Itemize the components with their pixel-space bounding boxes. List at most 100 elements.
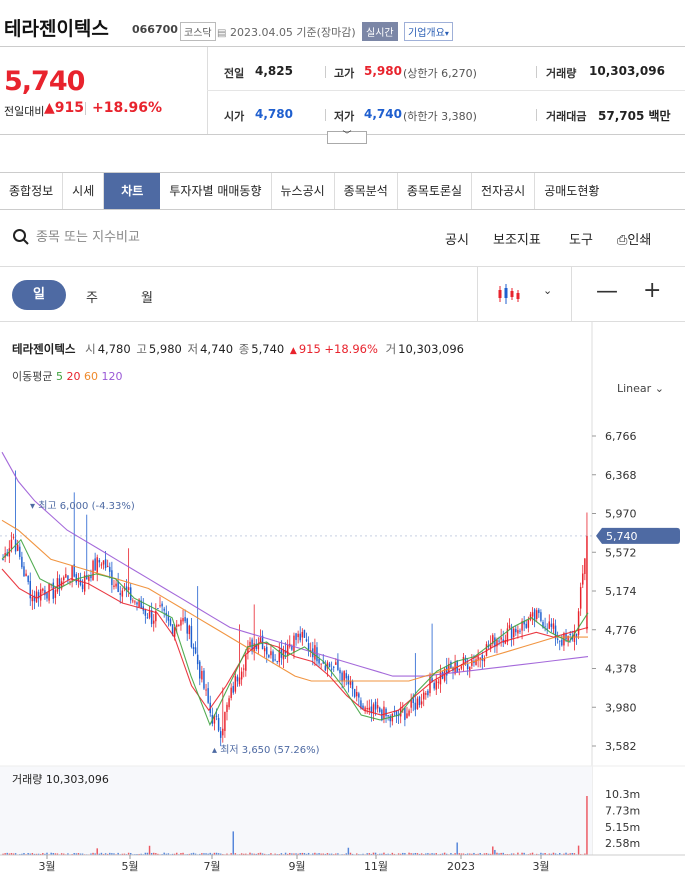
x-tick-label: 7월	[203, 860, 220, 873]
tab-investor-trading[interactable]: 투자자별 매매동향	[160, 173, 272, 209]
tab-price[interactable]: 시세	[63, 173, 105, 209]
candle-body	[416, 698, 419, 709]
zoom-out-button[interactable]: —	[596, 279, 618, 304]
tab-chart[interactable]: 차트	[104, 173, 161, 209]
candle-body	[65, 574, 67, 578]
y-tick-label: 5,174	[605, 585, 637, 598]
candle-body	[48, 583, 50, 601]
candle-body	[35, 591, 38, 603]
stock-code: 066700	[132, 23, 178, 36]
period-month-button[interactable]: 월	[141, 287, 153, 306]
candle-body	[368, 707, 371, 710]
compare-search-input[interactable]	[36, 227, 266, 247]
period-week-button[interactable]: 주	[86, 287, 98, 306]
chevron-down-icon[interactable]: ⌄	[543, 284, 552, 297]
candle-body	[144, 609, 147, 616]
tab-discussion[interactable]: 종목토론실	[398, 173, 473, 209]
legend-low-value: 4,740	[200, 342, 234, 356]
tab-short-selling[interactable]: 공매도현황	[535, 173, 608, 209]
candle-body	[552, 623, 555, 629]
candle-body	[169, 619, 172, 626]
print-button[interactable]: ⎙인쇄	[617, 229, 651, 248]
candle-body	[263, 648, 266, 652]
candlestick-chart-icon[interactable]	[497, 282, 523, 306]
candle-body	[182, 618, 184, 622]
legend-high-value: 5,980	[148, 342, 182, 356]
candle-body	[469, 666, 471, 671]
scale-dropdown[interactable]: Linear ⌄	[617, 382, 664, 395]
change-amount-value: 915	[54, 100, 85, 116]
candle-body	[569, 634, 571, 636]
candle-body	[556, 638, 559, 640]
divider	[536, 66, 537, 78]
candle-body	[379, 707, 381, 712]
trade-amount-number: 57,705	[598, 109, 645, 123]
candle-body	[450, 662, 452, 669]
candle-body	[519, 630, 521, 632]
collapse-button[interactable]: ﹀	[327, 131, 367, 144]
tab-summary[interactable]: 종합정보	[0, 173, 64, 209]
tab-news[interactable]: 뉴스공시	[272, 173, 335, 209]
low-label: 저가	[334, 110, 355, 123]
printer-icon: ⎙	[617, 233, 628, 248]
candle-body	[531, 612, 534, 617]
candle-body	[150, 610, 153, 625]
stock-name: 테라젠이텍스	[4, 18, 109, 40]
candle-body	[25, 573, 27, 577]
price-chart[interactable]: 6,766 6,368 5,970 5,572 5,174 4,776 4,378 3,980…	[0, 322, 685, 886]
y-tick-label: 4,378	[605, 663, 637, 676]
candle-body	[512, 628, 515, 637]
candle-body	[21, 556, 23, 568]
candle-body	[58, 578, 61, 589]
candle-body	[71, 565, 73, 581]
trade-amount-value: 57,705 백만	[598, 107, 671, 124]
ma-60: 60	[83, 370, 98, 383]
candle-body	[46, 592, 48, 599]
ma-20: 20	[66, 370, 81, 383]
trade-amount-unit: 백만	[648, 109, 671, 123]
candle-body	[234, 675, 237, 692]
volume-value: 10,303,096	[589, 64, 665, 78]
disclosure-button[interactable]: 공시	[445, 229, 469, 248]
tab-disclosure[interactable]: 전자공시	[472, 173, 536, 209]
y-tick-label: 3,582	[605, 740, 637, 753]
candle-body	[301, 631, 304, 638]
tab-analysis[interactable]: 종목분석	[335, 173, 398, 209]
volume-bar	[492, 846, 494, 855]
candle-body	[387, 715, 389, 717]
moving-average-legend[interactable]: 이동평균 5 20 60 120	[12, 368, 122, 384]
candle-body	[435, 680, 438, 690]
quote-date: ▤ 2023.04.05 기준(장마감)	[217, 24, 356, 40]
candle-body	[98, 560, 101, 563]
candle-body	[422, 692, 425, 700]
zoom-in-button[interactable]: +	[643, 278, 661, 303]
candle-body	[372, 704, 375, 713]
indicators-button[interactable]: 보조지표	[493, 229, 541, 248]
candle-body	[366, 708, 368, 710]
candle-body	[113, 585, 115, 587]
candle-body	[433, 682, 435, 689]
divider	[207, 90, 685, 91]
company-info-button[interactable]: 기업개요▾	[404, 22, 453, 41]
period-day-button[interactable]: 일	[12, 280, 66, 310]
candle-body	[94, 558, 96, 571]
legend-open-key: 시	[85, 342, 96, 356]
candle-body	[295, 633, 297, 640]
candle-body	[184, 617, 186, 622]
candle-body	[385, 708, 387, 717]
candle-body	[276, 660, 278, 662]
candle-body	[56, 578, 59, 592]
candle-body	[332, 666, 335, 668]
candle-body	[316, 647, 318, 662]
tools-button[interactable]: 도구	[569, 229, 593, 248]
divider	[0, 266, 685, 267]
upper-limit: (상한가 6,270)	[403, 67, 477, 80]
candle-body	[228, 698, 230, 708]
candle-body	[318, 658, 320, 664]
candle-body	[100, 564, 103, 566]
candle-body	[242, 668, 245, 670]
realtime-button[interactable]: 실시간	[362, 22, 398, 41]
candle-body	[83, 575, 86, 592]
candle-body	[23, 566, 25, 577]
candle-body	[517, 630, 519, 634]
